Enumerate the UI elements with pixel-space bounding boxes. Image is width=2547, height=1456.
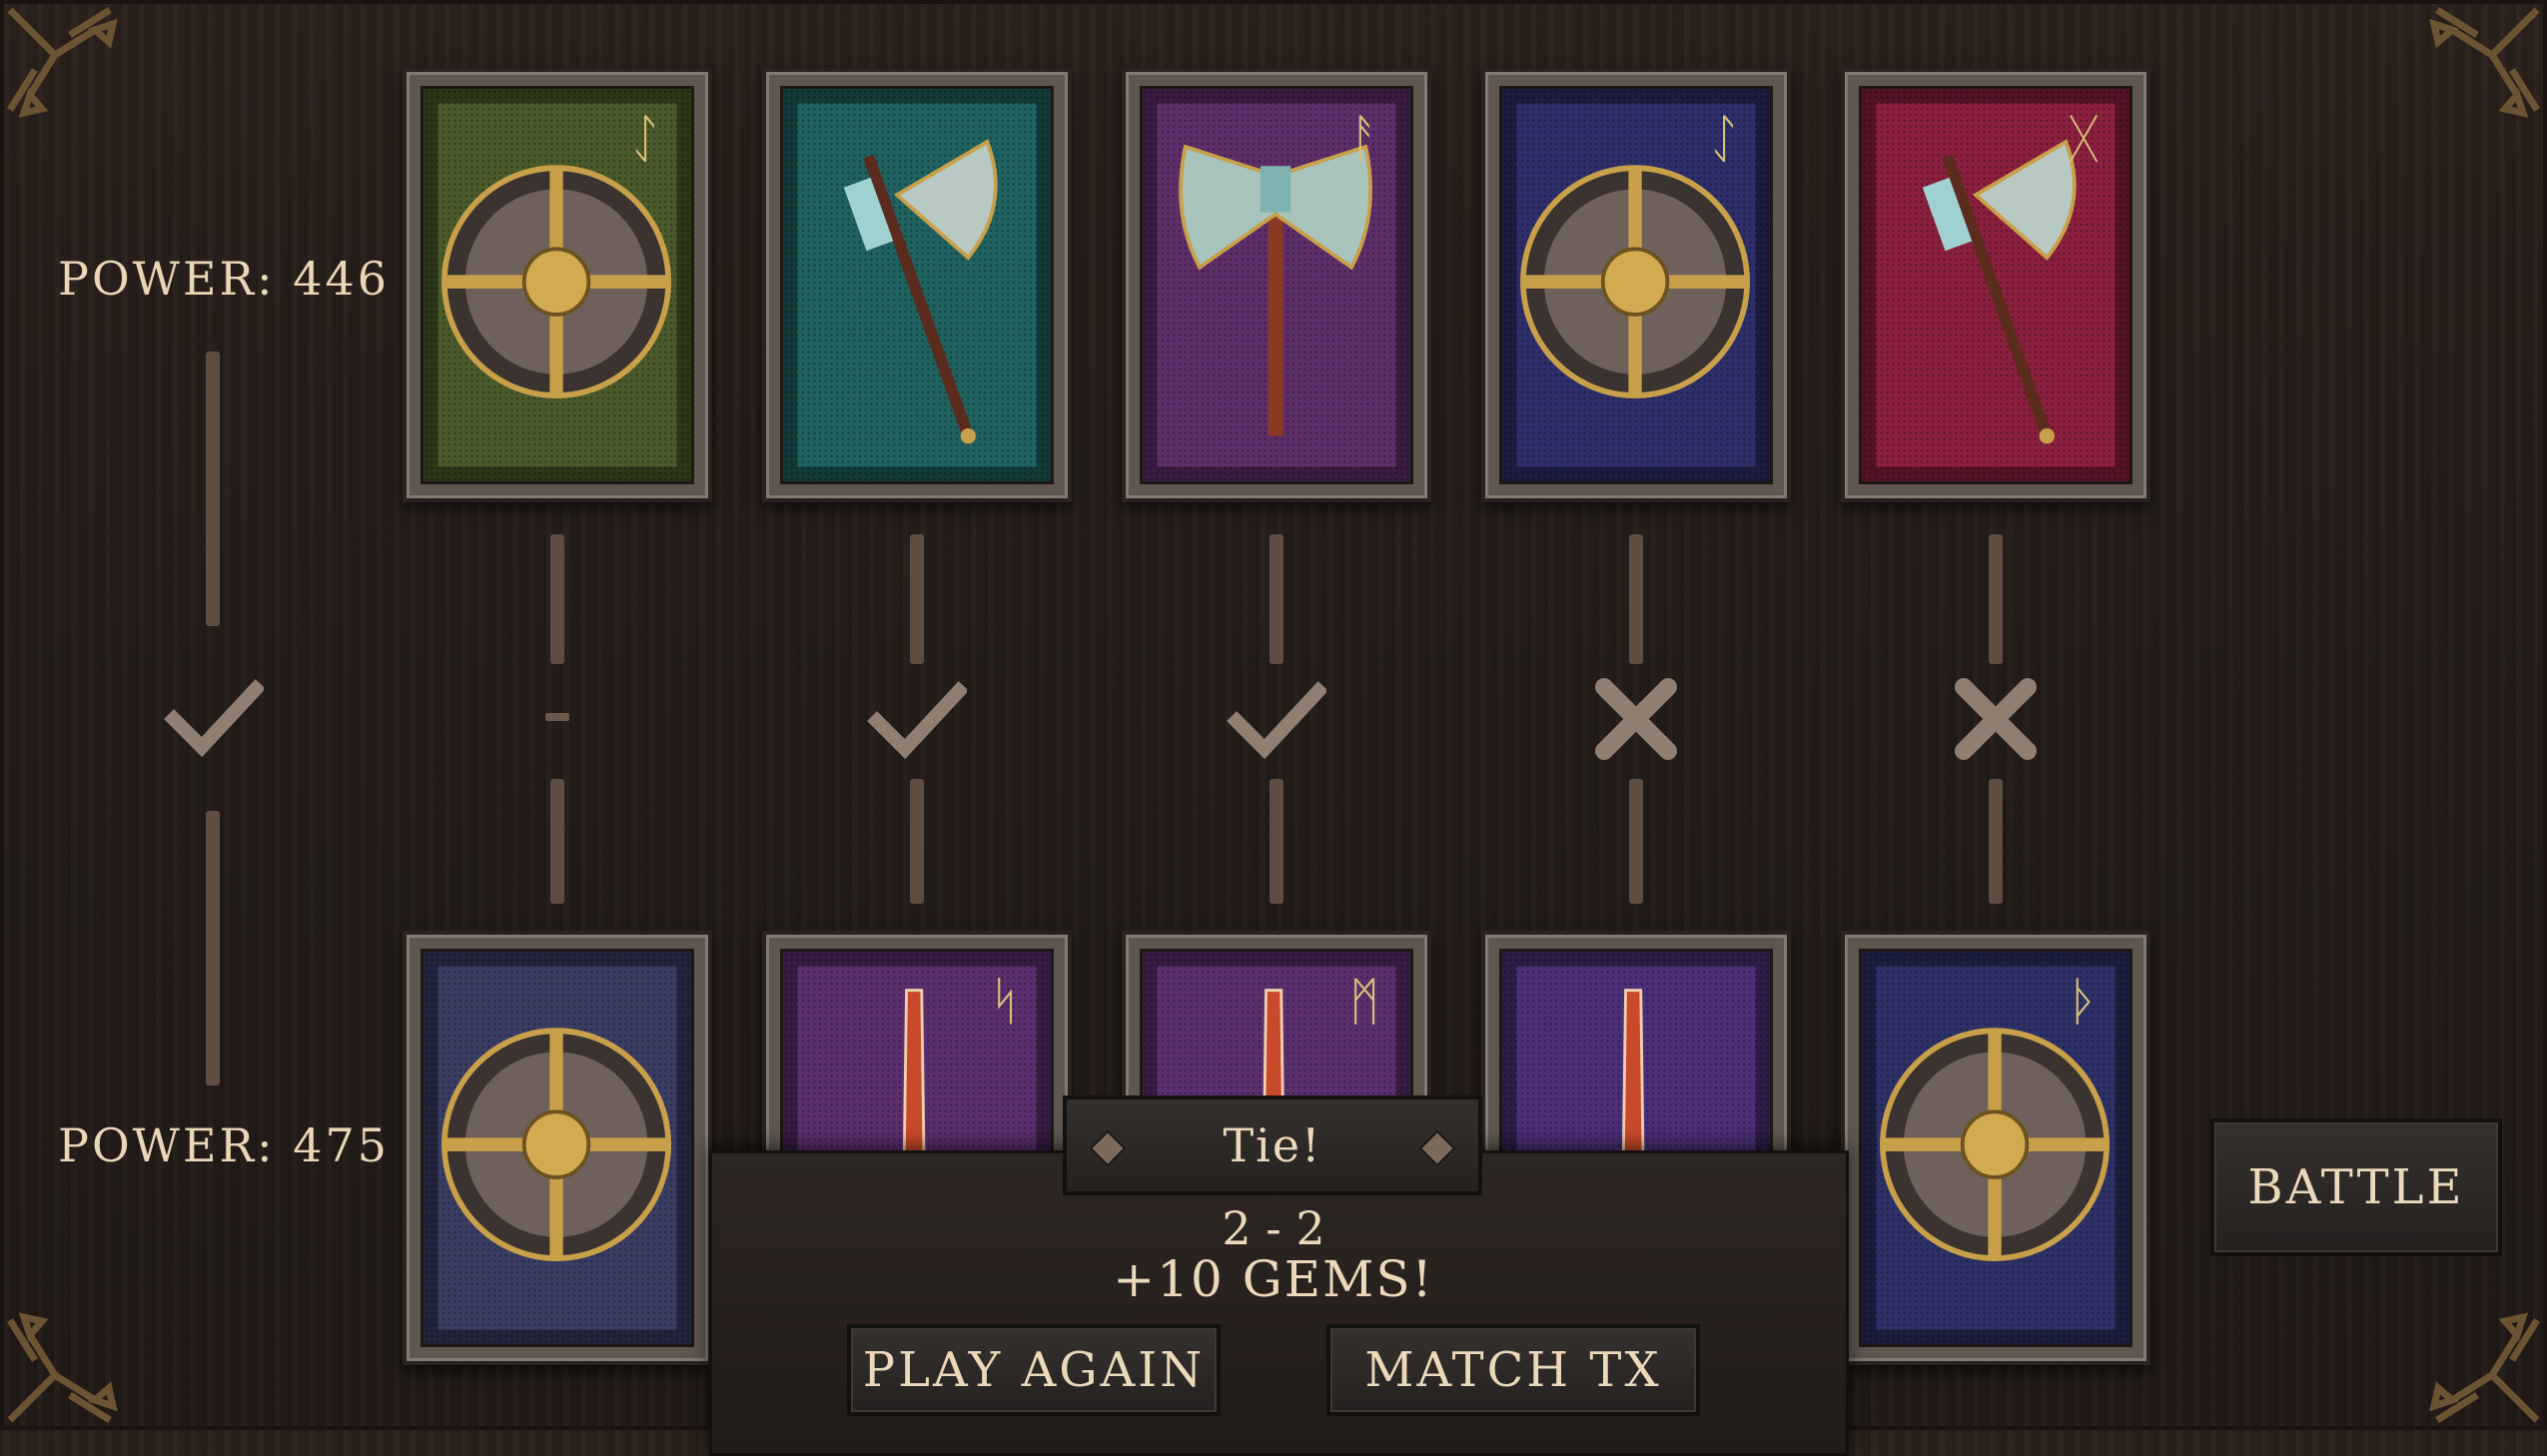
player-card-5[interactable]: ᚷ bbox=[1841, 68, 2150, 502]
corner-ornament-icon bbox=[0, 0, 170, 170]
round-1-connector-top bbox=[550, 534, 564, 664]
svg-text:ᛋ: ᛋ bbox=[990, 972, 1021, 1032]
round-shield-icon: ᚦ bbox=[1859, 949, 2132, 1347]
round-3-connector-bottom bbox=[1270, 779, 1283, 904]
corner-ornament-icon bbox=[2377, 1260, 2547, 1430]
svg-text:ᛗ: ᛗ bbox=[1349, 972, 1380, 1032]
overall-check-icon bbox=[164, 667, 266, 767]
round-4-cross-icon bbox=[1586, 669, 1686, 769]
battle-button[interactable]: BATTLE bbox=[2210, 1118, 2502, 1256]
player-card-2[interactable] bbox=[762, 68, 1072, 502]
svg-text:ᛇ: ᛇ bbox=[630, 109, 661, 169]
gems-reward: +10 GEMS! bbox=[1113, 1250, 1434, 1308]
svg-text:ᚷ: ᚷ bbox=[2069, 109, 2100, 169]
round-2-check-icon bbox=[867, 669, 969, 769]
result-title: Tie! bbox=[1223, 1118, 1322, 1172]
svg-text:ᛇ: ᛇ bbox=[1709, 109, 1740, 169]
round-shield-icon: ᛇ bbox=[1499, 86, 1773, 484]
round-3-check-icon bbox=[1227, 669, 1328, 769]
axe-icon: ᚷ bbox=[1859, 86, 2132, 484]
round-4-connector-top bbox=[1629, 534, 1643, 664]
round-2-connector-bottom bbox=[910, 779, 924, 904]
round-2-connector-top bbox=[910, 534, 924, 664]
round-5-cross-icon bbox=[1946, 669, 2046, 769]
round-1-connector-bottom bbox=[550, 779, 564, 904]
banner-diamond-icon bbox=[1418, 1129, 1456, 1167]
result-banner: Tie! bbox=[1063, 1095, 1482, 1195]
player-card-1[interactable]: ᛇ bbox=[403, 68, 712, 502]
match-tx-button[interactable]: MATCH TX bbox=[1326, 1324, 1700, 1416]
round-3-connector-top bbox=[1270, 534, 1283, 664]
match-score: 2 - 2 bbox=[1222, 1201, 1325, 1255]
svg-text:ᚨ: ᚨ bbox=[1349, 109, 1380, 169]
round-shield-icon: ᛇ bbox=[421, 86, 694, 484]
player-power-label: POWER: 446 bbox=[58, 252, 391, 306]
round-1-tie-icon bbox=[545, 713, 569, 721]
opponent-power-label: POWER: 475 bbox=[58, 1118, 391, 1172]
player-card-3[interactable]: ᚨ bbox=[1122, 68, 1431, 502]
overall-connector-bottom bbox=[206, 811, 220, 1086]
axe-icon bbox=[780, 86, 1054, 484]
round-5-connector-top bbox=[1989, 534, 2003, 664]
double-axe-icon: ᚨ bbox=[1140, 86, 1413, 484]
play-again-button[interactable]: PLAY AGAIN bbox=[847, 1324, 1221, 1416]
corner-ornament-icon bbox=[0, 1260, 170, 1430]
round-shield-icon bbox=[421, 949, 694, 1347]
svg-text:ᚦ: ᚦ bbox=[2069, 972, 2100, 1032]
banner-diamond-icon bbox=[1089, 1129, 1127, 1167]
round-5-connector-bottom bbox=[1989, 779, 2003, 904]
corner-ornament-icon bbox=[2377, 0, 2547, 170]
opponent-card-5[interactable]: ᚦ bbox=[1841, 931, 2150, 1365]
overall-connector-top bbox=[206, 352, 220, 626]
round-4-connector-bottom bbox=[1629, 779, 1643, 904]
player-card-4[interactable]: ᛇ bbox=[1481, 68, 1791, 502]
opponent-card-1[interactable] bbox=[403, 931, 712, 1365]
